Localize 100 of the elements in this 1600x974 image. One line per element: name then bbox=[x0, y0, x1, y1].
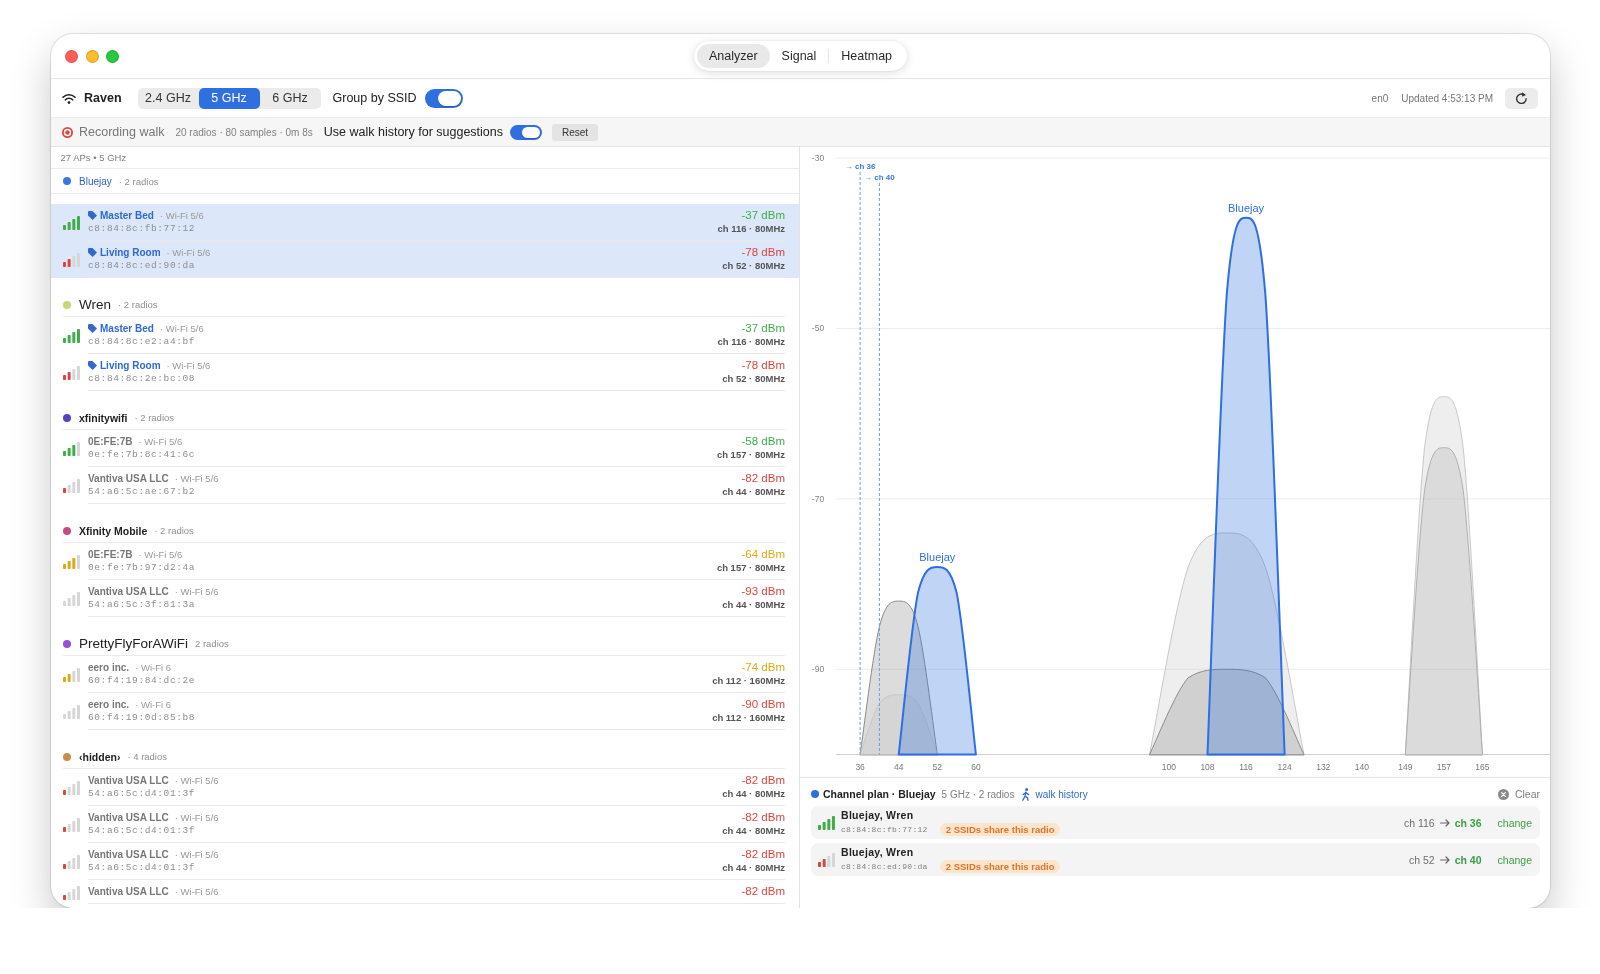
view-tab[interactable]: Heatmap bbox=[829, 44, 905, 68]
band-tab[interactable]: 5 GHz bbox=[198, 87, 260, 109]
signal-bars-icon bbox=[63, 591, 80, 606]
wifi-standard: · Wi-Fi 5/6 bbox=[166, 247, 211, 258]
tag-icon bbox=[88, 211, 97, 220]
radio-count: · 4 radios bbox=[127, 751, 167, 762]
signal-bars-icon bbox=[63, 328, 80, 343]
recording-status: Recording walk bbox=[79, 125, 165, 139]
signal-bars-icon bbox=[63, 441, 80, 456]
close-button[interactable] bbox=[65, 49, 78, 63]
tick-label: -90 bbox=[811, 664, 825, 675]
signal-bars-icon bbox=[63, 854, 80, 869]
view-tab[interactable]: Signal bbox=[769, 44, 829, 68]
marker-label: → ch 40 bbox=[864, 173, 895, 182]
ssid-name[interactable]: Xfinity Mobile bbox=[79, 524, 148, 537]
signal-bars-icon bbox=[818, 852, 835, 867]
ap-name: Living Room bbox=[100, 360, 161, 371]
ap-name: Vantiva USA LLC bbox=[88, 849, 169, 860]
arch-label: Bluejay bbox=[919, 551, 956, 564]
mac-address: 60:f4:19:84:dc:2e bbox=[88, 675, 196, 686]
tick-label: 157 bbox=[1436, 761, 1451, 772]
ap-row[interactable]: 0E:FE:7B · Wi-Fi 5/6 0e:fe:7b:8c:41:6c -58 dBm ch 157 · 80MHz bbox=[51, 430, 799, 467]
mac-address: 54:a6:5c:d4:01:3f bbox=[88, 825, 196, 836]
walk-history-link[interactable]: walk history bbox=[1035, 788, 1088, 800]
dot-icon bbox=[811, 790, 819, 798]
wifi-standard: · Wi-Fi 5/6 bbox=[174, 473, 219, 484]
tick-label: -30 bbox=[811, 153, 825, 163]
ap-row[interactable]: Vantiva USA LLC · Wi-Fi 5/6 -82 dBm bbox=[51, 880, 799, 904]
ssid-names: Bluejay, Wren bbox=[841, 808, 914, 822]
signal-reading: -64 dBm bbox=[741, 548, 785, 561]
ap-row[interactable]: eero inc. · Wi-Fi 6 60:f4:19:0d:85:b8 -90 dBm ch 112 · 160MHz bbox=[51, 693, 799, 730]
ap-row[interactable]: Vantiva USA LLC · Wi-Fi 5/6 54:a6:5c:d4:01:3f -82 dBm ch 44 · 80MHz bbox=[51, 769, 799, 806]
signal-bars-icon bbox=[63, 554, 80, 569]
wifi-standard: · Wi-Fi 5/6 bbox=[174, 849, 219, 860]
tick-label: 165 bbox=[1475, 761, 1490, 772]
signal-reading: -82 dBm bbox=[741, 472, 785, 485]
toggle-label: Group by SSID bbox=[332, 91, 417, 105]
ssid-name[interactable]: xfinitywifi bbox=[79, 411, 128, 424]
updated-time: Updated 4:53:13 PM bbox=[1401, 92, 1493, 104]
tag-icon bbox=[88, 324, 97, 333]
mac-address: 54:a6:5c:3f:81:3a bbox=[88, 599, 196, 610]
wifi-standard: · Wi-Fi 5/6 bbox=[174, 886, 219, 897]
channel-info: ch 44 · 80MHz bbox=[722, 598, 785, 611]
ap-row[interactable]: 0E:FE:7B · Wi-Fi 5/6 0e:fe:7b:97:d2:4a -64 dBm ch 157 · 80MHz bbox=[51, 543, 799, 580]
ssid-name[interactable]: Wren bbox=[79, 297, 111, 312]
shared-radio-badge: 2 SSIDs share this radio bbox=[939, 859, 1061, 873]
mac-address: c8:84:8c:2e:bc:08 bbox=[88, 373, 196, 384]
mac-address: 0e:fe:7b:97:d2:4a bbox=[88, 562, 196, 573]
ap-name: eero inc. bbox=[88, 662, 130, 673]
signal-reading: -82 dBm bbox=[741, 774, 785, 787]
wifi-standard: · Wi-Fi 5/6 bbox=[138, 549, 183, 560]
ap-name: Master Bed bbox=[100, 323, 154, 334]
mac-address: 54:a6:5c:d4:01:3f bbox=[88, 788, 196, 799]
signal-bars-icon bbox=[63, 667, 80, 682]
reset-button[interactable]: Reset bbox=[552, 123, 599, 141]
ap-row[interactable]: Living Room · Wi-Fi 5/6 c8:84:8c:ed:90:da -78 dBm ch 52 · 80MHz bbox=[51, 241, 799, 278]
ap-name: eero inc. bbox=[88, 699, 130, 710]
refresh-button[interactable] bbox=[1505, 87, 1538, 109]
toggle-switch[interactable] bbox=[510, 124, 542, 140]
radio-count: · 2 radios bbox=[134, 412, 175, 423]
ap-name: Living Room bbox=[100, 247, 161, 258]
ap-row[interactable]: Vantiva USA LLC · Wi-Fi 5/6 54:a6:5c:ae:67:b2 -82 dBm ch 44 · 80MHz bbox=[51, 467, 799, 504]
channel-info: ch 52 · 80MHz bbox=[722, 372, 785, 385]
ap-row[interactable]: Vantiva USA LLC · Wi-Fi 5/6 54:a6:5c:d4:01:3f -82 dBm ch 44 · 80MHz bbox=[51, 843, 799, 880]
ap-row[interactable]: Living Room · Wi-Fi 5/6 c8:84:8c:2e:bc:08 -78 dBm ch 52 · 80MHz bbox=[51, 354, 799, 391]
mac-address: c8:84:8c:ed:90:da bbox=[88, 260, 196, 271]
ssid-name[interactable]: PrettyFlyForAWiFi bbox=[79, 636, 188, 651]
channel-info: ch 112 · 160MHz bbox=[712, 711, 785, 724]
mac-address: 54:a6:5c:d4:01:3f bbox=[88, 862, 196, 873]
signal-reading: -37 dBm bbox=[741, 322, 785, 335]
band-tab[interactable]: 6 GHz bbox=[259, 87, 321, 109]
toggle-switch[interactable] bbox=[424, 88, 463, 108]
tick-label: -50 bbox=[811, 323, 825, 334]
channel-info: ch 44 · 80MHz bbox=[722, 861, 785, 874]
channel-info: ch 44 · 80MHz bbox=[722, 485, 785, 498]
band-tab[interactable]: 2.4 GHz bbox=[137, 87, 199, 109]
ap-name: Vantiva USA LLC bbox=[88, 812, 169, 823]
tick-label: 108 bbox=[1200, 761, 1215, 772]
clear-icon bbox=[1497, 788, 1509, 800]
suggested-channel: ch 40 bbox=[1454, 853, 1482, 866]
signal-bars-icon bbox=[63, 215, 80, 230]
clear-button[interactable]: Clear bbox=[1497, 788, 1540, 800]
signal-bars-icon bbox=[63, 704, 80, 719]
ap-row[interactable]: Master Bed · Wi-Fi 5/6 c8:84:8c:e2:a4:bf -37 dBm ch 116 · 80MHz bbox=[51, 317, 799, 354]
toggle-label: Use walk history for suggestions bbox=[323, 125, 503, 139]
plan-title: Channel plan · Bluejay bbox=[823, 788, 936, 800]
ssid-name[interactable]: ‹hidden› bbox=[79, 750, 121, 763]
ap-row[interactable]: Master Bed · Wi-Fi 5/6 c8:84:8c:fb:77:12 -37 dBm ch 116 · 80MHz bbox=[51, 204, 799, 241]
ap-row[interactable]: Vantiva USA LLC · Wi-Fi 5/6 54:a6:5c:d4:01:3f -82 dBm ch 44 · 80MHz bbox=[51, 806, 799, 843]
channel-info: ch 44 · 80MHz bbox=[722, 824, 785, 837]
zoom-button[interactable] bbox=[106, 49, 119, 63]
ssid-name[interactable]: Bluejay bbox=[79, 175, 112, 187]
ap-row[interactable]: Vantiva USA LLC · Wi-Fi 5/6 54:a6:5c:3f:81:3a -93 dBm ch 44 · 80MHz bbox=[51, 580, 799, 617]
ap-name: Master Bed bbox=[100, 210, 154, 221]
ap-row[interactable]: eero inc. · Wi-Fi 6 60:f4:19:84:dc:2e -74 dBm ch 112 · 160MHz bbox=[51, 656, 799, 693]
tick-label: 124 bbox=[1277, 761, 1292, 772]
wifi-standard: · Wi-Fi 5/6 bbox=[166, 360, 211, 371]
view-tab[interactable]: Analyzer bbox=[696, 44, 770, 68]
mac-address: 54:a6:5c:ae:67:b2 bbox=[88, 486, 196, 497]
wifi-standard: · Wi-Fi 5/6 bbox=[159, 323, 204, 334]
